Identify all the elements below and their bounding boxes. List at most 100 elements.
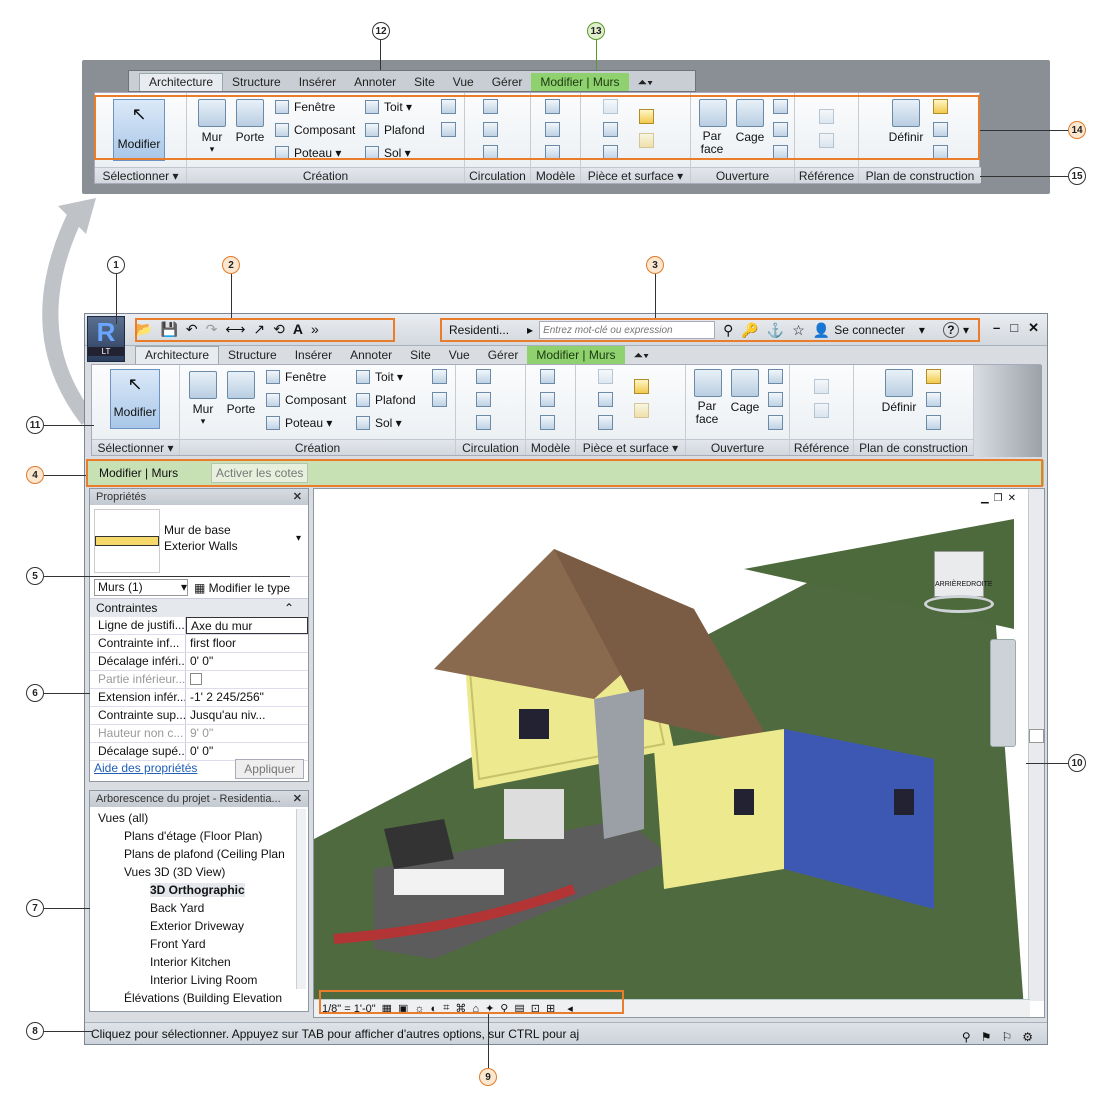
main-window-button[interactable]: Fenêtre	[266, 367, 326, 387]
main-model-line-icon[interactable]	[540, 392, 555, 407]
main-model-text-icon[interactable]	[540, 369, 555, 384]
tab-modify-walls[interactable]: Modifier | Murs	[531, 73, 629, 91]
view-vscroll[interactable]	[1028, 489, 1044, 1001]
main-viewer-icon[interactable]	[926, 415, 941, 430]
tab-manage-main[interactable]: Gérer	[479, 348, 528, 362]
drawing-area[interactable]: ARRIÈRE DROITE ▁ ❐ ✕ 1/8" = 1'-0" ▦ ▣ ☼ ◐ ⌗ ⌘ ⌂ ✦ ⚲…	[313, 488, 1045, 1018]
tree-item[interactable]: Vues (all)	[98, 811, 148, 825]
property-value[interactable]: Jusqu'au niv...	[186, 707, 308, 724]
tab-site[interactable]: Site	[405, 75, 444, 89]
property-row[interactable]: Hauteur non c... 9' 0"	[90, 725, 308, 743]
main-modify-button[interactable]: ↖ Modifier	[110, 369, 160, 429]
property-value[interactable]: -1' 2 245/256"	[186, 689, 308, 706]
main-roof-button[interactable]: Toit ▾	[356, 367, 403, 387]
property-row[interactable]: Partie inférieur...	[90, 671, 308, 689]
property-value[interactable]: first floor	[186, 635, 308, 652]
main-railing-icon[interactable]	[476, 369, 491, 384]
tree-item[interactable]: Interior Living Room	[150, 973, 257, 987]
tab-architecture[interactable]: Architecture	[139, 73, 224, 91]
main-ceiling-button[interactable]: Plafond	[356, 390, 416, 410]
tab-insert-main[interactable]: Insérer	[286, 348, 341, 362]
browser-scrollbar[interactable]	[296, 809, 306, 989]
apply-button[interactable]: Appliquer	[235, 759, 304, 779]
select-underlay-icon[interactable]: ⚑	[981, 1026, 992, 1048]
tab-insert[interactable]: Insérer	[290, 75, 345, 89]
tab-manage[interactable]: Gérer	[483, 75, 532, 89]
properties-help-link[interactable]: Aide des propriétés	[94, 761, 197, 775]
main-floor-button[interactable]: Sol ▾	[356, 413, 402, 433]
main-grid-icon[interactable]	[814, 403, 829, 418]
select-pinned-icon[interactable]: ⚐	[1001, 1026, 1012, 1048]
tree-item[interactable]: Élévations (Building Elevation	[124, 991, 282, 1005]
tab-structure[interactable]: Structure	[223, 75, 290, 89]
property-value[interactable]: 0' 0"	[186, 653, 308, 670]
property-row[interactable]: Contrainte inf... first floor	[90, 635, 308, 653]
property-value[interactable]: Axe du mur	[186, 617, 308, 634]
property-value[interactable]: 9' 0"	[186, 725, 308, 742]
tree-item[interactable]: Back Yard	[150, 901, 204, 915]
maximize-icon[interactable]: □	[1010, 320, 1018, 336]
main-level-icon[interactable]	[814, 379, 829, 394]
tab-view[interactable]: Vue	[444, 75, 483, 89]
panel-title-select[interactable]: Sélectionner ▾	[95, 167, 186, 183]
panel-title-room-area[interactable]: Pièce et surface ▾	[581, 167, 690, 183]
view-close-icon[interactable]: ✕	[1008, 493, 1016, 504]
main-wall-button[interactable]: Mur ▾	[186, 371, 220, 427]
viewcube-right-face[interactable]: DROITE	[966, 581, 992, 588]
ribbon-minimize-icon[interactable]: ⏶▾	[629, 75, 662, 90]
tab-view-main[interactable]: Vue	[440, 348, 479, 362]
tree-item[interactable]: Interior Kitchen	[150, 955, 231, 969]
main-room-icon[interactable]	[598, 369, 613, 384]
tree-item[interactable]: Exterior Driveway	[150, 919, 244, 933]
property-row[interactable]: Décalage inféri... 0' 0"	[90, 653, 308, 671]
main-model-group-icon[interactable]	[540, 415, 555, 430]
group-constraints[interactable]: Contraintes ⌃	[90, 599, 308, 617]
main-by-face-button[interactable]: Par face	[692, 369, 724, 426]
navigation-bar[interactable]	[990, 639, 1016, 747]
property-row[interactable]: Extension infér... -1' 2 245/256"	[90, 689, 308, 707]
tree-item[interactable]: 3D Orthographic	[150, 883, 245, 897]
main-ramp-icon[interactable]	[476, 392, 491, 407]
tree-item[interactable]: Front Yard	[150, 937, 206, 951]
checkbox[interactable]	[190, 673, 202, 685]
close-icon[interactable]: ✕	[1028, 320, 1039, 336]
select-links-icon[interactable]: ⚲	[962, 1026, 971, 1048]
drag-select-icon[interactable]: ⚙	[1022, 1026, 1033, 1048]
minimize-icon[interactable]: –	[993, 320, 1000, 336]
type-dropdown-icon[interactable]: ▾	[296, 533, 301, 544]
main-shaft-button[interactable]: Cage	[728, 369, 762, 414]
main-stair-icon[interactable]	[476, 415, 491, 430]
main-door-button[interactable]: Porte	[222, 371, 260, 416]
filter-select[interactable]: Murs (1) ▾	[94, 579, 188, 596]
main-column-button[interactable]: Poteau ▾	[266, 413, 332, 433]
tab-modify-walls-main[interactable]: Modifier | Murs	[527, 346, 625, 364]
tab-annotate-main[interactable]: Annoter	[341, 348, 401, 362]
tree-item[interactable]: Plans de plafond (Ceiling Plan	[124, 847, 285, 861]
app-logo-button[interactable]: R LT	[87, 316, 125, 362]
viewcube[interactable]: ARRIÈRE DROITE	[924, 551, 994, 621]
property-value[interactable]: 0' 0"	[186, 743, 308, 760]
tree-item[interactable]: Plans d'étage (Floor Plan)	[124, 829, 262, 843]
tab-structure-main[interactable]: Structure	[219, 348, 286, 362]
view-min-icon[interactable]: ▁	[981, 493, 989, 504]
main-room-tag-icon[interactable]	[598, 415, 613, 430]
main-component-button[interactable]: Composant	[266, 390, 346, 410]
browser-close-icon[interactable]: ✕	[293, 791, 302, 807]
main-ref-plane-icon[interactable]	[926, 392, 941, 407]
view-restore-icon[interactable]: ❐	[994, 493, 1003, 504]
ribbon-toggle-icon[interactable]: ⏶▾	[625, 348, 658, 363]
type-selector[interactable]: Mur de base Exterior Walls ▾	[90, 505, 308, 577]
property-value[interactable]	[186, 671, 308, 688]
tab-annotate[interactable]: Annoter	[345, 75, 405, 89]
main-curtain-grid-icon[interactable]	[432, 392, 447, 407]
edit-type-button[interactable]: ▦ Modifier le type	[194, 581, 290, 595]
main-area-icon[interactable]	[634, 379, 649, 394]
main-dormer-icon[interactable]	[768, 415, 783, 430]
main-wall-opening-icon[interactable]	[768, 369, 783, 384]
property-row[interactable]: Ligne de justifi... Axe du mur	[90, 617, 308, 635]
tab-site-main[interactable]: Site	[401, 348, 440, 362]
main-vertical-opening-icon[interactable]	[768, 392, 783, 407]
tree-item[interactable]: Vues 3D (3D View)	[124, 865, 225, 879]
viewcube-back-face[interactable]: ARRIÈRE	[935, 581, 966, 588]
property-row[interactable]: Contrainte sup... Jusqu'au niv...	[90, 707, 308, 725]
